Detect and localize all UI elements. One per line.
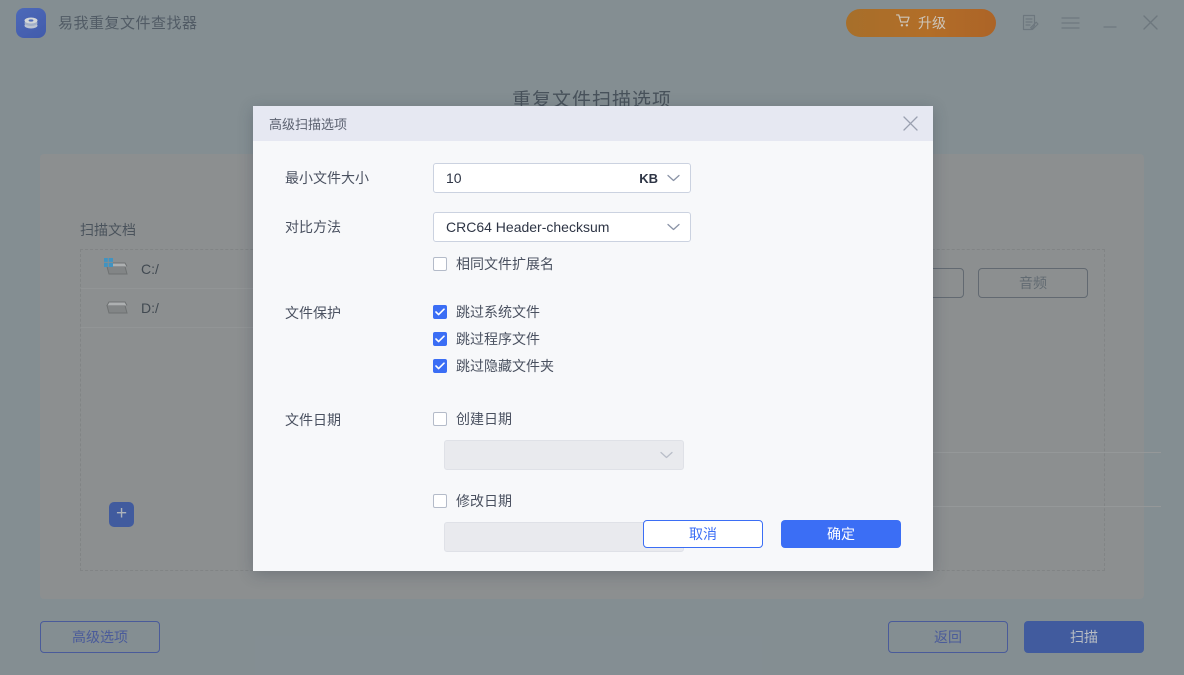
- dialog-header: 高级扫描选项: [253, 106, 933, 141]
- file-protection-label: 文件保护: [285, 305, 341, 321]
- compare-method-value: CRC64 Header-checksum: [446, 219, 610, 235]
- compare-method-label: 对比方法: [285, 219, 341, 235]
- min-file-size-field: 10 KB: [433, 163, 933, 193]
- skip-system-files-row[interactable]: 跳过系统文件: [433, 298, 933, 325]
- skip-system-files-label: 跳过系统文件: [456, 303, 540, 320]
- min-file-size-label: 最小文件大小: [285, 170, 369, 186]
- file-protection-options: 跳过系统文件 跳过程序文件 跳过隐藏文件夹: [433, 298, 933, 379]
- cancel-button[interactable]: 取消: [643, 520, 763, 548]
- compare-method-field: CRC64 Header-checksum 相同文件扩展名: [433, 212, 933, 277]
- skip-program-files-checkbox[interactable]: [433, 331, 447, 346]
- min-file-size-row: 最小文件大小 10 KB: [253, 163, 933, 193]
- dialog-title: 高级扫描选项: [269, 117, 348, 132]
- confirm-button[interactable]: 确定: [781, 520, 901, 548]
- skip-hidden-folders-row[interactable]: 跳过隐藏文件夹: [433, 352, 933, 379]
- advanced-scan-options-dialog: 高级扫描选项 最小文件大小 10 KB 对比方法 CRC64 Header-ch…: [253, 106, 933, 571]
- file-date-label: 文件日期: [285, 412, 341, 428]
- skip-program-files-row[interactable]: 跳过程序文件: [433, 325, 933, 352]
- skip-system-files-checkbox[interactable]: [433, 304, 447, 319]
- compare-method-row: 对比方法 CRC64 Header-checksum 相同文件扩展名: [253, 212, 933, 277]
- same-extension-checkbox-row[interactable]: 相同文件扩展名: [433, 250, 933, 277]
- chevron-down-icon: [660, 451, 673, 459]
- skip-hidden-folders-label: 跳过隐藏文件夹: [456, 357, 554, 374]
- created-date-label: 创建日期: [456, 410, 512, 427]
- same-extension-label: 相同文件扩展名: [456, 255, 554, 272]
- chevron-down-icon[interactable]: [667, 174, 680, 182]
- skip-program-files-label: 跳过程序文件: [456, 330, 540, 347]
- created-date-select[interactable]: [444, 440, 684, 470]
- file-protection-row: 文件保护 跳过系统文件 跳过程序文件 跳过隐藏文件夹: [253, 298, 933, 379]
- min-file-size-input[interactable]: 10 KB: [433, 163, 691, 193]
- dialog-body: 最小文件大小 10 KB 对比方法 CRC64 Header-checksum: [253, 141, 933, 571]
- close-icon[interactable]: [895, 109, 925, 139]
- created-date-row[interactable]: 创建日期: [433, 405, 933, 432]
- chevron-down-icon[interactable]: [667, 223, 680, 231]
- min-file-size-value: 10: [446, 170, 462, 186]
- compare-method-select[interactable]: CRC64 Header-checksum: [433, 212, 691, 242]
- skip-hidden-folders-checkbox[interactable]: [433, 358, 447, 373]
- min-file-size-unit: KB: [639, 170, 658, 186]
- same-extension-checkbox[interactable]: [433, 256, 447, 271]
- dialog-footer: 取消 确定: [253, 497, 933, 571]
- created-date-checkbox[interactable]: [433, 411, 447, 426]
